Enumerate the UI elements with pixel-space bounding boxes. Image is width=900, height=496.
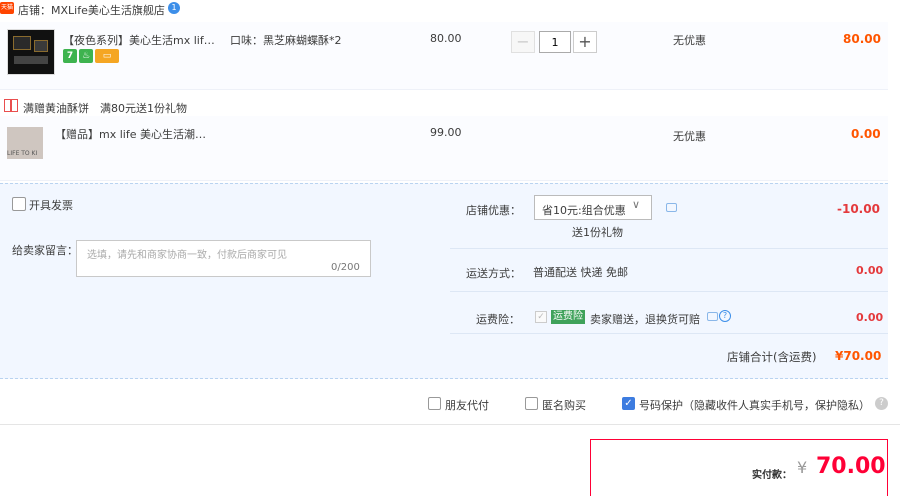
friend-pay-label[interactable]: 朋友代付: [445, 397, 489, 413]
shipping-cost: 0.00: [856, 264, 884, 277]
divider: [450, 333, 888, 334]
item-subtotal: 80.00: [843, 32, 881, 46]
gift-title-link[interactable]: 【赠品】mx life 美心生活潮流...: [55, 126, 215, 142]
insurance-text: 卖家赠送，退换货可赔: [590, 313, 700, 326]
currency-symbol: ¥: [797, 458, 808, 477]
product-thumbnail[interactable]: [7, 29, 55, 75]
chevron-down-icon[interactable]: ∨: [632, 198, 640, 211]
message-char-count: 0/200: [331, 262, 360, 273]
divider: [450, 291, 888, 292]
product-title-link[interactable]: 【夜色系列】美心生活mx life...: [63, 32, 218, 48]
message-label: 给卖家留言：: [12, 244, 78, 257]
shop-total-label: 店铺合计(含运费): [727, 350, 817, 364]
help-icon[interactable]: ?: [875, 397, 888, 410]
phone-protect-checkbox[interactable]: ✓: [622, 397, 635, 410]
shop-total-amount: ¥70.00: [835, 349, 882, 363]
quantity-decrease-button[interactable]: −: [511, 31, 535, 53]
gift-thumbnail-text: LIFE TO KI: [7, 150, 38, 157]
shipping-label: 运送方式：: [466, 267, 521, 280]
coupon-selected-value[interactable]: 省10元:组合优惠: [542, 202, 626, 218]
item-subtotal: 0.00: [851, 127, 881, 141]
friend-pay-checkbox[interactable]: [428, 397, 441, 410]
coupon-amount: -10.00: [837, 202, 880, 216]
insurance-checkbox: ✓: [535, 311, 547, 323]
gift-icon: [4, 99, 18, 112]
unit-price: 99.00: [430, 126, 462, 139]
coupon-label: 店铺优惠：: [466, 204, 521, 217]
product-sku: 口味：黑芝麻蝴蝶酥*2: [230, 34, 342, 47]
insurance-badge: 运费险: [551, 310, 585, 324]
phone-protect-label[interactable]: 号码保护（隐藏收件人真实手机号，保护隐私）: [639, 397, 870, 413]
divider: [450, 248, 888, 249]
item-discount: 无优惠: [673, 130, 706, 143]
quantity-input[interactable]: [539, 31, 571, 53]
shop-info-icon[interactable]: 1: [168, 2, 180, 14]
tmall-badge-icon: 天猫: [0, 2, 14, 14]
insurance-cost: 0.00: [856, 311, 884, 324]
help-icon[interactable]: ?: [719, 310, 731, 322]
anonymous-checkbox[interactable]: [525, 397, 538, 410]
credit-card-icon[interactable]: ▭: [95, 49, 119, 63]
invoice-checkbox[interactable]: [12, 197, 26, 211]
invoice-label[interactable]: 开具发票: [29, 197, 73, 213]
promo-text: 满赠黄油酥饼 满80元送1份礼物: [23, 102, 187, 115]
insurance-label: 运费险：: [476, 313, 520, 326]
shipping-method: 普通配送 快递 免邮: [533, 266, 628, 279]
chat-icon[interactable]: [707, 312, 718, 321]
chat-icon[interactable]: [666, 203, 677, 212]
service-guarantee-icon[interactable]: ♨: [79, 49, 93, 63]
shop-name-link[interactable]: 店铺：MXLife美心生活旗舰店: [18, 2, 165, 18]
message-placeholder: 选填，请先和商家协商一致，付款后商家可见: [87, 250, 287, 261]
item-discount: 无优惠: [673, 34, 706, 47]
payment-amount: 70.00: [816, 454, 886, 479]
unit-price: 80.00: [430, 32, 462, 45]
divider: [0, 424, 900, 425]
anonymous-label[interactable]: 匿名购买: [542, 397, 586, 413]
payment-label: 实付款：: [752, 470, 792, 481]
coupon-gift-note: 送1份礼物: [572, 226, 623, 239]
quantity-increase-button[interactable]: +: [573, 31, 597, 53]
seven-day-return-icon[interactable]: 7: [63, 49, 77, 63]
